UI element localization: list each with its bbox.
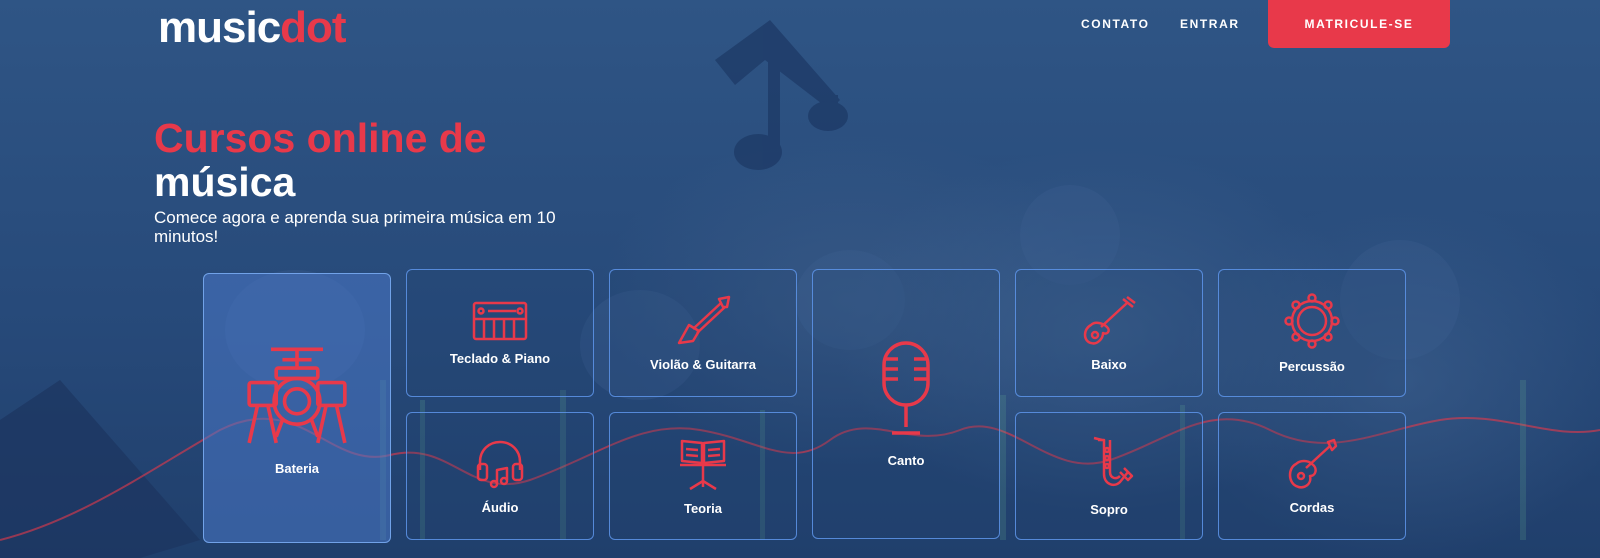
course-label-teclado-piano: Teclado & Piano xyxy=(449,350,551,366)
hero-title-line1: Cursos online de xyxy=(154,115,487,161)
course-label-baixo: Baixo xyxy=(1091,356,1127,372)
hero-title-line2: música xyxy=(154,159,296,205)
site-header: musicdot CONTATO ENTRAR MATRICULE-SE xyxy=(0,0,1600,50)
course-card-audio[interactable]: Áudio xyxy=(406,412,594,540)
hero-subtitle: Comece agora e aprenda sua primeira músi… xyxy=(154,208,556,246)
course-card-percussao[interactable]: Percussão xyxy=(1218,269,1406,397)
course-card-canto[interactable]: Canto xyxy=(812,269,1000,539)
course-card-cordas[interactable]: Cordas xyxy=(1218,412,1406,540)
enroll-button[interactable]: MATRICULE-SE xyxy=(1268,0,1450,48)
keyboard-icon xyxy=(472,301,528,340)
nav-link-entrar[interactable]: ENTRAR xyxy=(1180,17,1240,31)
course-card-baixo[interactable]: Baixo xyxy=(1015,269,1203,397)
course-label-teoria: Teoria xyxy=(683,500,723,516)
bass-guitar-icon xyxy=(1083,295,1136,345)
course-card-violao-guitarra[interactable]: Violão & Guitarra xyxy=(609,269,797,397)
tambourine-icon xyxy=(1284,292,1340,349)
course-card-teoria[interactable]: Teoria xyxy=(609,412,797,540)
course-label-percussao: Percussão xyxy=(1279,358,1345,374)
musicdot-logo[interactable]: musicdot xyxy=(158,6,347,50)
electric-guitar-icon xyxy=(677,295,731,344)
course-label-canto: Canto xyxy=(887,452,925,468)
course-card-teclado-piano[interactable]: Teclado & Piano xyxy=(406,269,594,397)
course-label-audio: Áudio xyxy=(481,499,519,515)
nav-link-contato[interactable]: CONTATO xyxy=(1081,17,1150,31)
course-label-cordas: Cordas xyxy=(1289,499,1335,515)
course-label-violao-guitarra: Violão & Guitarra xyxy=(650,356,756,372)
saxophone-icon xyxy=(1093,436,1134,486)
drum-kit-icon xyxy=(247,347,347,443)
course-card-sopro[interactable]: Sopro xyxy=(1015,412,1203,540)
violin-icon xyxy=(1288,438,1338,488)
hero-title: Cursos online de música xyxy=(154,116,487,204)
course-label-sopro: Sopro xyxy=(1090,501,1128,517)
headphones-icon xyxy=(476,440,524,488)
course-label-bateria: Bateria xyxy=(274,460,320,476)
music-stand-icon xyxy=(680,439,726,490)
course-card-bateria[interactable]: Bateria xyxy=(203,273,391,543)
microphone-icon xyxy=(882,340,930,435)
